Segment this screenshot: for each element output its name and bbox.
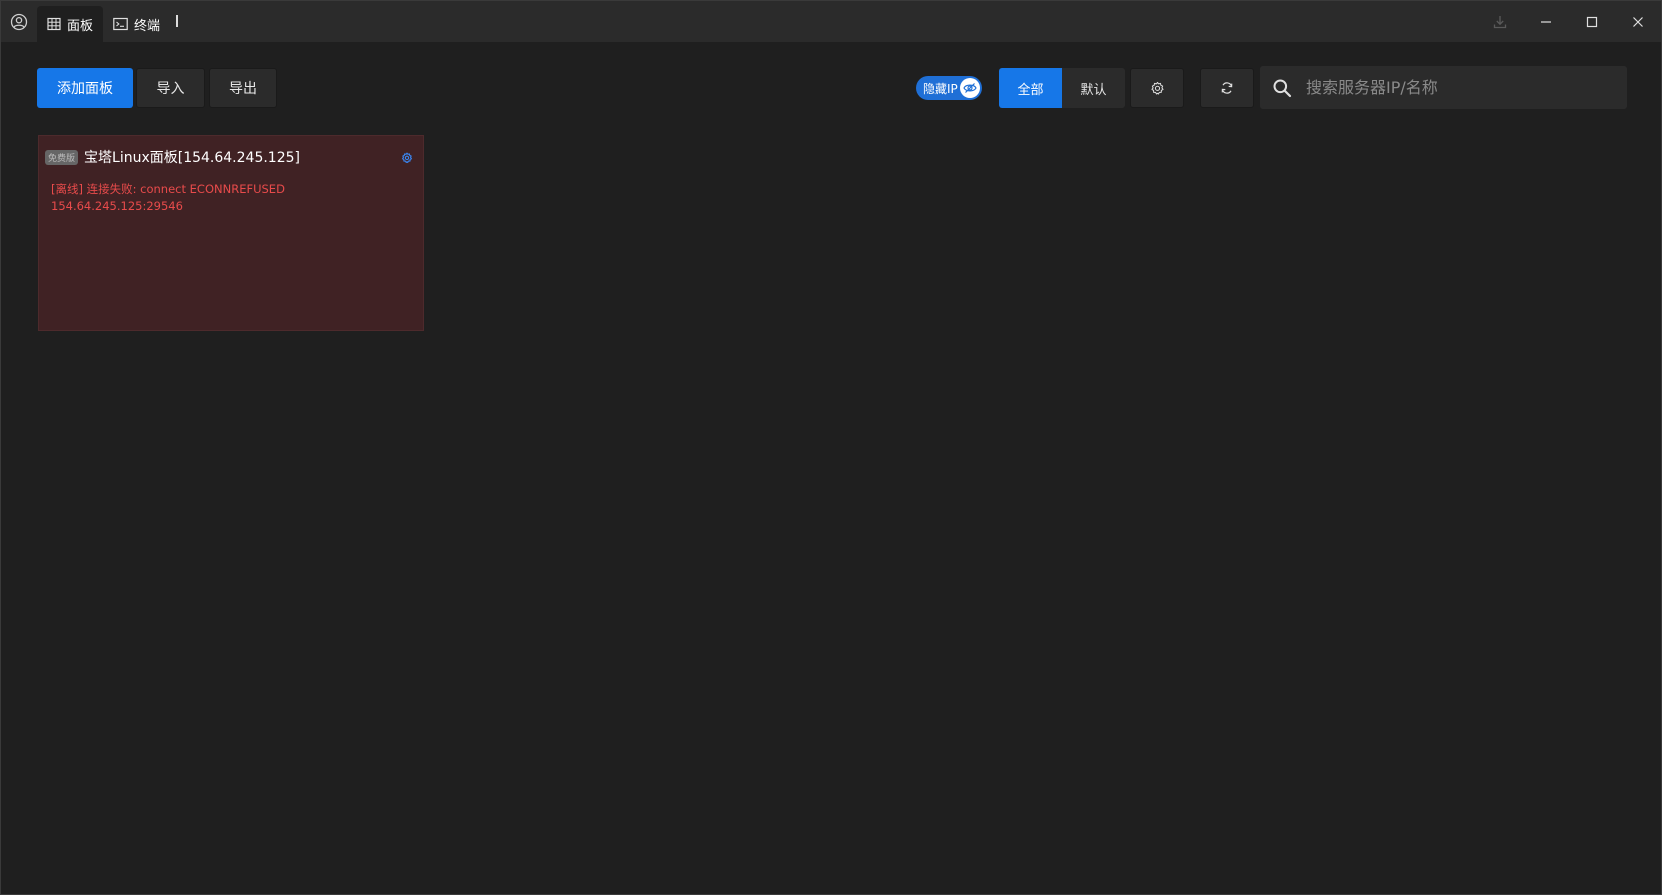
tab-panels-label: 面板	[67, 18, 94, 34]
hide-ip-toggle[interactable]: 隐藏IP	[916, 76, 982, 100]
maximize-icon	[1586, 16, 1598, 27]
window-controls	[1477, 1, 1661, 42]
panel-settings-button[interactable]	[401, 149, 413, 168]
user-account-button[interactable]	[1, 1, 37, 42]
filter-all-button[interactable]: 全部	[999, 68, 1062, 108]
tab-terminal-label: 终端	[134, 18, 161, 34]
panel-grid-icon	[47, 17, 61, 31]
search-box	[1260, 66, 1627, 109]
error-address: 154.64.245.125:29546	[51, 199, 183, 213]
download-button[interactable]	[1477, 1, 1523, 42]
minimize-button[interactable]	[1523, 1, 1569, 42]
minimize-icon	[1541, 20, 1551, 23]
maximize-button[interactable]	[1569, 1, 1615, 42]
gear-icon	[402, 152, 412, 163]
connection-error-message: [离线] 连接失败: connect ECONNREFUSED 154.64.2…	[51, 181, 381, 215]
group-filter: 全部 默认	[999, 68, 1125, 108]
group-settings-button[interactable]	[1130, 68, 1184, 108]
title-bar: 面板 终端	[1, 1, 1661, 42]
refresh-icon	[1221, 82, 1233, 94]
close-icon	[1633, 16, 1643, 27]
close-button[interactable]	[1615, 1, 1661, 42]
text-cursor	[176, 14, 179, 27]
search-icon	[1273, 79, 1292, 97]
gear-icon	[1150, 81, 1164, 95]
add-panel-button[interactable]: 添加面板	[37, 68, 133, 108]
tab-terminal[interactable]: 终端	[103, 6, 170, 42]
hide-ip-label: 隐藏IP	[923, 81, 958, 96]
card-header: 免费版 宝塔Linux面板[154.64.245.125]	[45, 147, 300, 167]
export-button[interactable]: 导出	[209, 68, 277, 108]
error-line: [离线] 连接失败: connect ECONNREFUSED	[51, 182, 285, 196]
panel-title: 宝塔Linux面板[154.64.245.125]	[84, 150, 300, 166]
server-panel-card[interactable]: 免费版 宝塔Linux面板[154.64.245.125] [离线] 连接失败:…	[38, 135, 424, 331]
terminal-icon	[113, 17, 128, 31]
user-circle-icon	[10, 13, 28, 30]
refresh-button[interactable]	[1200, 68, 1254, 108]
app-window: 面板 终端 添加面板 导入 导出 隐藏IP 全部 默认 搜索服务器IP/名称 免…	[0, 0, 1662, 895]
search-input[interactable]	[1304, 77, 1608, 98]
hide-ip-knob	[960, 78, 980, 98]
edition-badge: 免费版	[45, 149, 79, 165]
import-button[interactable]: 导入	[136, 68, 205, 108]
tab-panels[interactable]: 面板	[37, 6, 104, 42]
eye-icon	[963, 83, 977, 93]
download-icon	[1493, 15, 1507, 28]
filter-default-button[interactable]: 默认	[1062, 68, 1125, 108]
